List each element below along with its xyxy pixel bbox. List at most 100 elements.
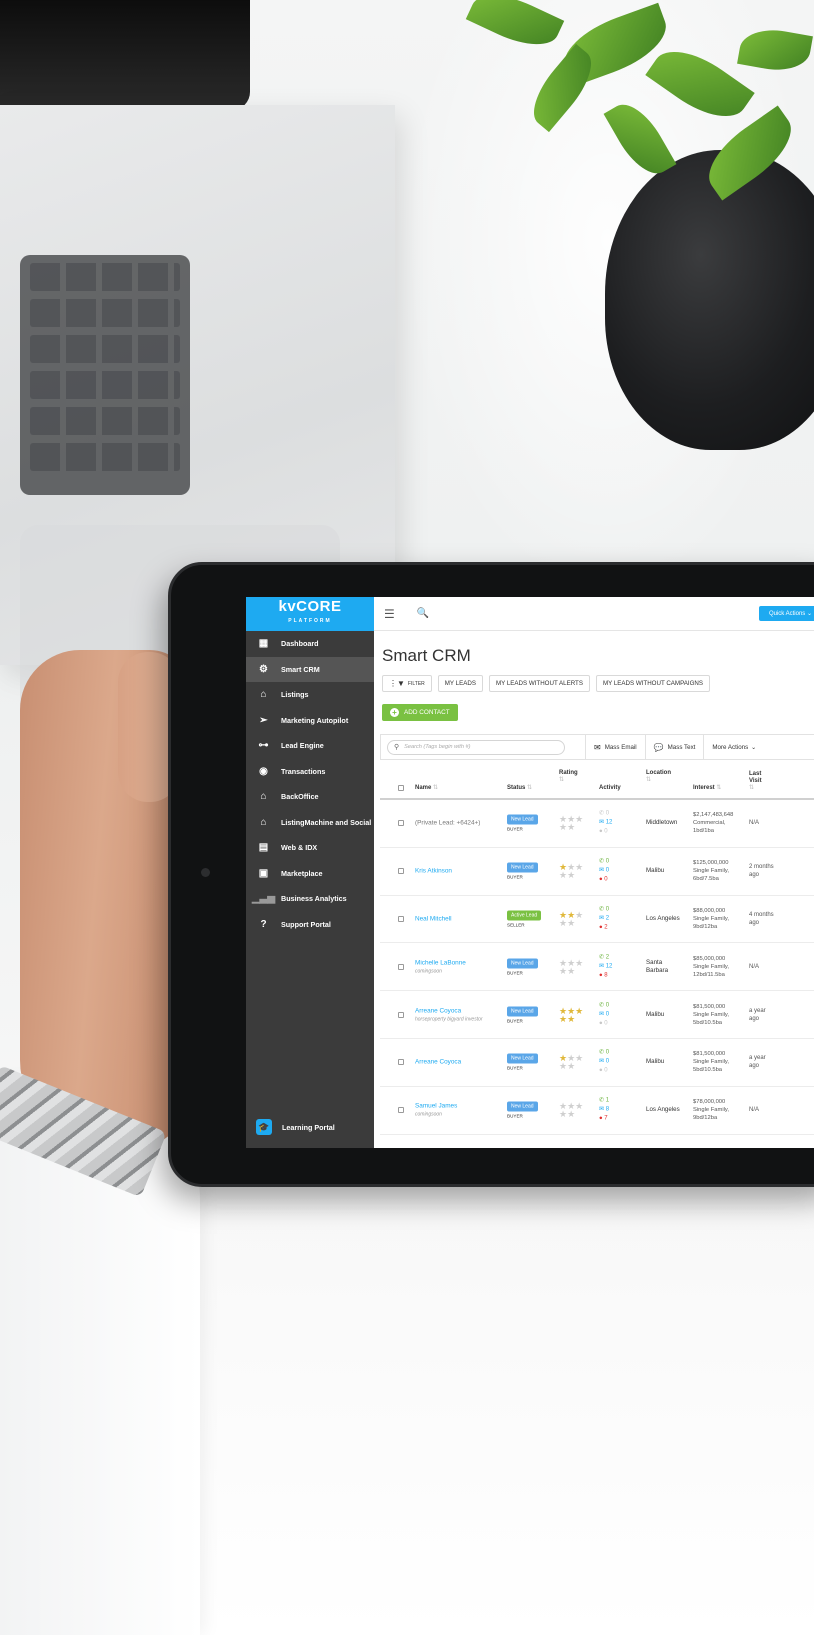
row-checkbox[interactable] [398,820,404,827]
search-icon[interactable]: 🔍 [417,608,429,619]
lead-name-link[interactable]: Neal Mitchell [415,915,452,922]
text-activity[interactable]: ● 0 [599,876,609,885]
sidebar-item-smart-crm[interactable]: ⚙ Smart CRM [246,656,374,682]
sidebar-item-dashboard[interactable]: ▦ Dashboard [246,631,374,657]
star-rating[interactable]: ★★★ ★★ [559,862,587,880]
column-header-name[interactable]: Name ⇅ [415,785,438,792]
filter-button[interactable]: ⋮▼ FILTER [382,675,432,692]
column-header-status[interactable]: Status ⇅ [507,785,532,792]
row-checkbox[interactable] [398,1107,404,1114]
email-activity[interactable]: ✉ 2 [599,914,609,923]
email-activity[interactable]: ✉ 0 [599,1010,609,1019]
phone-activity[interactable]: ✆ 0 [599,810,612,819]
location-cell: Malibu [646,1058,665,1066]
star-rating[interactable]: ★★★ ★★ [559,815,587,833]
column-header-location[interactable]: Location ⇅ [646,770,671,784]
select-all-checkbox[interactable] [398,785,404,791]
hamburger-menu-icon[interactable]: ☰ [384,607,395,621]
interest-line: Single Family, [693,963,729,970]
sidebar-item-listingmachine[interactable]: ⌂ ListingMachine and Social [246,810,374,836]
table-row[interactable]: (Private Lead: +6424+) New Lead BUYER ★★★ ★★… [380,800,814,848]
table-row[interactable]: Arreane Coyoca horseproperty bigyard inve… [380,991,814,1039]
table-row[interactable]: Michelle LaBonne comingsoon New Lead BUYER ★… [380,943,814,992]
quick-actions-button[interactable]: Quick Actions ⌄ [758,606,814,621]
more-actions-dropdown[interactable]: More Actions ⌄ [703,734,764,760]
phone-activity[interactable]: ✆ 0 [599,858,609,867]
text-activity[interactable]: ● 0 [599,1067,609,1076]
text-activity[interactable]: ● 8 [599,971,612,980]
column-header-rating[interactable]: Rating ⇅ [559,770,578,784]
star-rating[interactable]: ★★★ ★★ [559,910,587,927]
interest-line: Commercial, [693,820,726,827]
sidebar-item-web-idx[interactable]: ▤ Web & IDX [246,835,374,861]
lead-name-link[interactable]: Kris Atkinson [415,868,452,875]
marketplace-icon: ▣ [258,867,269,879]
column-header-interest[interactable]: Interest ⇅ [693,785,721,792]
activity-cell: ✆ 0 ✉ 12 ● 0 [599,810,612,837]
table-row[interactable]: Arreane Coyoca New Lead BUYER ★★★ ★★ ✆ 0 ✉ 0 ● … [380,1039,814,1087]
email-activity[interactable]: ✉ 12 [599,819,612,828]
sidebar-item-backoffice[interactable]: ⌂ BackOffice [246,784,374,810]
email-activity[interactable]: ✉ 0 [599,1058,609,1067]
mass-email-button[interactable]: ✉ Mass Email [585,734,645,760]
logo[interactable]: kvCORE PLATFORM [246,597,374,631]
interest-line: 6bd/7.5ba [693,876,719,883]
row-checkbox[interactable] [398,915,404,922]
row-checkbox[interactable] [398,1011,404,1018]
sidebar-item-listings[interactable]: ⌂ Listings [246,682,374,708]
phone-activity[interactable]: ✆ 2 [599,953,612,962]
lead-name-link[interactable]: Arreane Coyoca horseproperty bigyard inve… [415,1007,483,1022]
text-activity[interactable]: ● 7 [599,1115,609,1124]
location-cell: Malibu [646,1010,665,1018]
star-icon: ★ [575,862,584,873]
lead-name-link[interactable]: (Private Lead: +6424+) [415,820,480,827]
phone-activity[interactable]: ✆ 1 [599,1097,609,1106]
last-visit-line: 2 months [749,864,774,871]
column-header-activity[interactable]: Activity [599,785,621,792]
sidebar-item-support-portal[interactable]: ? Support Portal [246,912,374,938]
analytics-icon: ▁▃▅ [251,893,276,905]
row-checkbox[interactable] [398,963,404,970]
row-checkbox[interactable] [398,1059,404,1066]
text-activity[interactable]: ● 2 [599,923,609,932]
text-activity[interactable]: ● 0 [599,1019,609,1028]
phone-activity[interactable]: ✆ 0 [599,905,609,914]
lead-name-link[interactable]: Michelle LaBonne comingsoon [415,959,466,974]
envelope-icon: ✉ [594,742,601,752]
star-rating[interactable]: ★★★ ★★ [559,1102,587,1119]
phone-activity[interactable]: ✆ 0 [599,1001,609,1010]
lead-name-link[interactable]: Samuel James comingsoon [415,1103,457,1118]
add-contact-button[interactable]: + ADD CONTACT [382,704,458,721]
call-count: 1 [605,1097,610,1104]
tab-my-leads-without-alerts[interactable]: MY LEADS WITHOUT ALERTS [488,675,590,692]
sidebar-item-lead-engine[interactable]: ⊶ Lead Engine [246,733,374,759]
email-activity[interactable]: ✉ 0 [599,867,609,876]
phone-activity[interactable]: ✆ 0 [599,1049,609,1058]
email-activity[interactable]: ✉ 8 [599,1106,609,1115]
sidebar-item-marketplace[interactable]: ▣ Marketplace [246,861,374,887]
star-icon: ★ [559,1013,568,1024]
text-activity[interactable]: ● 0 [599,828,612,837]
sidebar-item-marketing-autopilot[interactable]: ➢ Marketing Autopilot [246,708,374,734]
sidebar-item-business-analytics[interactable]: ▁▃▅ Business Analytics [246,886,374,912]
email-count: 12 [605,963,613,970]
table-row[interactable]: Samuel James comingsoon New Lead BUYER ★★★ ★★… [380,1087,814,1135]
column-header-last-visit[interactable]: Last Visit ⇅ [749,771,762,792]
star-icon: ★ [567,1013,576,1024]
email-activity[interactable]: ✉ 12 [599,962,612,971]
star-icon: ★ [567,822,576,833]
crm-icon: ⚙ [259,663,268,675]
tab-my-leads-without-campaigns[interactable]: MY LEADS WITHOUT CAMPAIGNS [595,675,711,692]
row-checkbox[interactable] [398,868,404,875]
lead-name-link[interactable]: Arreane Coyoca [415,1059,461,1066]
tab-my-leads[interactable]: MY LEADS [437,675,483,692]
learning-portal-link[interactable]: 🎓 Learning Portal [246,1114,374,1140]
table-row[interactable]: Neal Mitchell Active Lead SELLER ★★★ ★★ ✆ 0 ✉ … [380,896,814,944]
mass-text-button[interactable]: 💬 Mass Text [644,734,704,760]
table-row[interactable]: Kris Atkinson New Lead BUYER ★★★ ★★ ✆ 0 ✉ 0 ● 0… [380,848,814,896]
sidebar-item-transactions[interactable]: ◉ Transactions [246,759,374,785]
star-rating[interactable]: ★★★ ★★ [559,958,587,975]
star-rating[interactable]: ★★★ ★★ [559,1054,587,1071]
lead-search-input[interactable]: ⚲ Search (Tags begin with #) [387,739,565,755]
star-rating[interactable]: ★★★ ★★ [559,1006,587,1024]
